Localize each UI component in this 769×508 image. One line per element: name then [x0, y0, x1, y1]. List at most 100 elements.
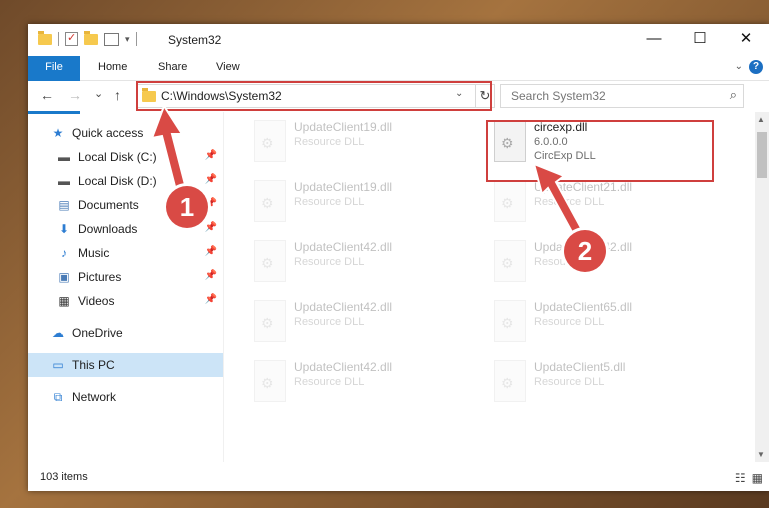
file-name: UpdateClient42.dll: [294, 300, 393, 314]
file-description: Resource DLL: [294, 256, 365, 268]
view-switcher: ☷ ▦: [735, 471, 763, 485]
file-description: Resource DLL: [534, 316, 605, 328]
sidebar-item-label: Videos: [78, 294, 115, 308]
file-item[interactable]: UpdateClient42.dll Resource DLL: [246, 352, 476, 410]
drive-icon: ▬: [58, 174, 70, 188]
scrollbar-thumb[interactable]: [757, 132, 767, 178]
file-description: Resource DLL: [294, 196, 365, 208]
recent-locations-button[interactable]: ⌄: [94, 87, 103, 100]
search-input[interactable]: [509, 88, 713, 104]
details-view-icon[interactable]: ☷: [735, 471, 746, 485]
scroll-up-icon[interactable]: ▲: [757, 115, 765, 124]
dll-file-icon: [494, 240, 526, 282]
close-button[interactable]: ✕: [723, 24, 769, 56]
drive-icon: ▬: [58, 150, 70, 164]
tab-share[interactable]: Share: [148, 56, 197, 80]
separator: [58, 32, 59, 46]
network-icon: ⧉: [53, 389, 63, 404]
sidebar-item-network[interactable]: ⧉ Network: [28, 385, 223, 409]
file-name: UpdateClient19.dll: [294, 180, 393, 194]
customize-toolbar-icon[interactable]: [104, 32, 119, 46]
dll-file-icon: [494, 300, 526, 342]
sidebar-item-label: Downloads: [78, 222, 138, 236]
pictures-icon: ▣: [58, 270, 70, 284]
sidebar-item-videos[interactable]: ▦ Videos 📌: [28, 289, 223, 313]
sidebar-item-label: Music: [78, 246, 110, 260]
cloud-icon: ☁: [52, 326, 64, 340]
sidebar-item-onedrive[interactable]: ☁ OneDrive: [28, 321, 223, 345]
video-icon: ▦: [58, 294, 70, 308]
properties-check-icon[interactable]: [65, 31, 78, 46]
step-badge-1: 1: [166, 186, 208, 228]
sidebar-item-label: Network: [72, 390, 117, 404]
maximize-button[interactable]: ☐: [677, 24, 723, 56]
sidebar-item-label: Local Disk (C:): [78, 150, 157, 164]
expand-ribbon-icon[interactable]: ⌄: [735, 61, 743, 72]
sidebar-item-label: Documents: [78, 198, 139, 212]
step-badge-2: 2: [564, 230, 606, 272]
file-name: UpdateClient19.dll: [294, 120, 393, 134]
status-bar: 103 items ☷ ▦: [28, 464, 769, 491]
dll-file-icon: [254, 300, 286, 342]
pin-icon[interactable]: 📌: [205, 294, 217, 305]
sidebar-item-this-pc[interactable]: ▭ This PC: [28, 353, 223, 377]
separator: [135, 32, 137, 46]
file-highlight-box: [486, 120, 714, 182]
scroll-down-icon[interactable]: ▼: [757, 450, 765, 459]
dll-file-icon: [254, 180, 286, 222]
minimize-button[interactable]: —: [631, 24, 677, 56]
music-icon: ♪: [61, 246, 67, 260]
window-title: System32: [168, 33, 222, 47]
dll-file-icon: [494, 360, 526, 402]
file-item[interactable]: UpdateClient42.dll Resource DLL: [246, 292, 476, 350]
document-icon: ▤: [58, 198, 70, 212]
file-description: Resource DLL: [534, 376, 605, 388]
file-name: UpdateClient5.dll: [534, 360, 626, 374]
file-item[interactable]: UpdateClient19.dll Resource DLL: [246, 172, 476, 230]
sidebar-item-label: This PC: [72, 358, 115, 372]
file-description: Resource DLL: [294, 376, 365, 388]
pin-icon[interactable]: 📌: [205, 222, 217, 233]
pin-icon[interactable]: 📌: [205, 270, 217, 281]
search-box[interactable]: ⌕: [500, 84, 744, 108]
help-icon[interactable]: ?: [749, 60, 763, 74]
forward-button[interactable]: →: [68, 87, 82, 103]
file-item[interactable]: UpdateClient19.dll Resource DLL: [246, 112, 476, 170]
dll-file-icon: [254, 360, 286, 402]
file-item[interactable]: UpdateClient5.dll Resource DLL: [486, 352, 716, 410]
item-count: 103 items: [40, 471, 88, 483]
search-icon[interactable]: ⌕: [730, 87, 737, 103]
dll-file-icon: [494, 180, 526, 222]
vertical-scrollbar[interactable]: ▲ ▼: [755, 112, 769, 462]
file-name: UpdateClient42.dll: [294, 240, 393, 254]
tab-view[interactable]: View: [206, 56, 250, 80]
sidebar-item-music[interactable]: ♪ Music 📌: [28, 241, 223, 265]
file-description: Resource DLL: [294, 136, 365, 148]
toolbar-dropdown-icon[interactable]: ▾: [125, 34, 130, 45]
folder-icon: [38, 30, 52, 45]
star-icon: ★: [52, 126, 64, 140]
dll-file-icon: [254, 120, 286, 162]
dll-file-icon: [254, 240, 286, 282]
download-icon: ⬇: [58, 222, 70, 236]
computer-icon: ▭: [52, 358, 64, 372]
sidebar-item-label: Local Disk (D:): [78, 174, 157, 188]
title-bar: ▾ System32 — ☐ ✕: [28, 24, 769, 56]
sidebar-item-pictures[interactable]: ▣ Pictures 📌: [28, 265, 223, 289]
sidebar-item-label: Pictures: [78, 270, 122, 284]
file-item[interactable]: UpdateClient42.dll Resource DLL: [246, 232, 476, 290]
large-icons-view-icon[interactable]: ▦: [752, 471, 763, 485]
file-description: Resource DLL: [294, 316, 365, 328]
file-item[interactable]: UpdateClient65.dll Resource DLL: [486, 292, 716, 350]
back-button[interactable]: ←: [40, 87, 54, 103]
quick-access-toolbar: ▾: [38, 30, 137, 46]
sidebar-item-label: OneDrive: [72, 326, 123, 340]
ribbon-tabs: File Home Share View ⌄ ?: [28, 56, 769, 114]
sidebar-item-label: Quick access: [72, 126, 144, 140]
tab-home[interactable]: Home: [88, 56, 137, 80]
pin-icon[interactable]: 📌: [205, 246, 217, 257]
new-folder-icon[interactable]: [84, 30, 98, 45]
file-name: UpdateClient42.dll: [294, 360, 393, 374]
file-name: UpdateClient65.dll: [534, 300, 633, 314]
up-button[interactable]: ↑: [114, 87, 121, 103]
